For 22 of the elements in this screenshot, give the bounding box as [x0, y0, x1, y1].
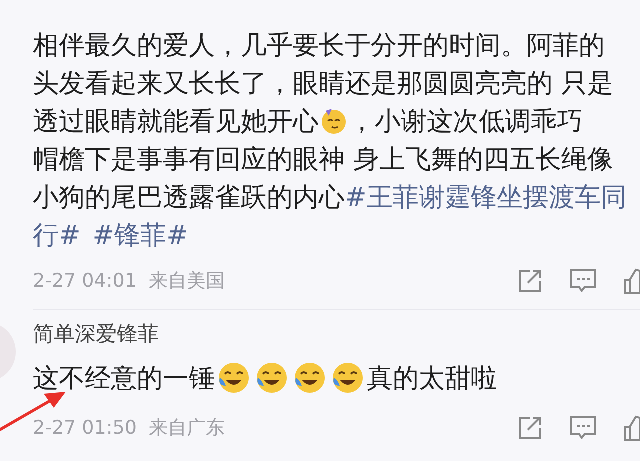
- thumbs-up-icon[interactable]: [624, 268, 640, 294]
- laughing-tears-emoji-icon: [218, 362, 250, 394]
- post-text: 相伴最久的爱人，几乎要长于分开的时间。阿菲的 头发看起来又长长了，眼睛还是那圆圆亮亮的 只是 透过眼睛就能看见她开心 ，小谢这次低调乖巧 帽檐下是事事有回应的眼神 身上飞舞的四五长绳像 小狗的尾巴透露雀跃的内心#王菲谢霆锋坐摆渡车同 行# #锋菲#: [33, 30, 628, 253]
- comment-time: 2-27 01:50: [33, 417, 137, 439]
- hashtag-link[interactable]: #锋菲#: [92, 221, 188, 251]
- comment-text: 这不经意的一锤: [33, 362, 215, 396]
- post-source: 来自美国: [148, 269, 225, 294]
- comment-text: 真的太甜啦: [367, 362, 497, 396]
- laughing-tears-emoji-icon: [332, 362, 364, 394]
- comment-username[interactable]: 简单深爱锋菲: [33, 320, 640, 354]
- share-icon[interactable]: [518, 416, 542, 440]
- hashtag-link[interactable]: 行#: [33, 221, 81, 251]
- thumbs-up-icon[interactable]: [624, 415, 640, 441]
- comment-icon[interactable]: [570, 416, 596, 440]
- comment-source: 来自广东: [148, 416, 225, 441]
- share-icon[interactable]: [518, 269, 542, 293]
- laughing-tears-emoji-icon: [256, 362, 288, 394]
- party-face-emoji-icon: [320, 107, 348, 135]
- comment-icon[interactable]: [570, 269, 596, 293]
- hashtag-link[interactable]: #王菲谢霆锋坐摆渡车同: [345, 183, 627, 213]
- laughing-tears-emoji-icon: [294, 362, 326, 394]
- post-time: 2-27 04:01: [33, 270, 137, 292]
